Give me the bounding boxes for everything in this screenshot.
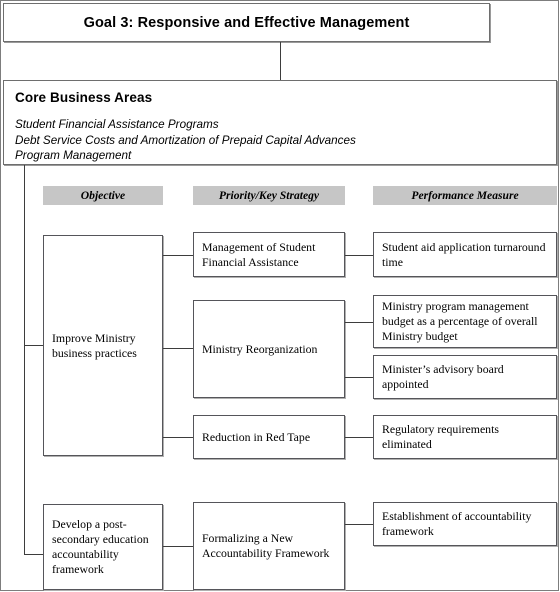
connector-spine-to-objective-1 [24, 345, 43, 346]
measure-box-1: Student aid application turnaround time [373, 232, 557, 277]
core-business-areas-box: Core Business Areas Student Financial As… [3, 80, 557, 165]
connector-objective1-to-strategy3 [163, 437, 193, 438]
connector-strategy2-to-measure2 [345, 322, 373, 323]
strategy-box-4-text: Formalizing a New Accountability Framewo… [202, 531, 330, 560]
column-header-strategy-label: Priority/Key Strategy [218, 189, 320, 202]
strategy-box-2: Ministry Reorganization [193, 300, 345, 398]
connector-strategy2-to-measure3 [345, 377, 373, 378]
measure-box-1-text: Student aid application turnaround time [382, 239, 546, 269]
column-header-objective: Objective [43, 186, 163, 205]
objective-box-1-text: Improve Ministry business practices [52, 330, 137, 360]
objective-box-1: Improve Ministry business practices [43, 235, 163, 456]
spine-vertical-main [24, 165, 25, 554]
core-business-areas-title: Core Business Areas [15, 90, 153, 105]
measure-box-2-text: Ministry program management budget as a … [382, 299, 538, 343]
core-business-areas-list: Student Financial Assistance Programs De… [15, 117, 545, 164]
column-header-strategy: Priority/Key Strategy [193, 186, 345, 205]
column-header-measure-label: Performance Measure [411, 189, 519, 202]
column-header-objective-label: Objective [80, 189, 126, 202]
connector-strategy1-to-measure1 [345, 255, 373, 256]
measure-box-5: Establishment of accountability framewor… [373, 502, 557, 546]
diagram-canvas: Goal 3: Responsive and Effective Managem… [0, 0, 560, 592]
connector-objective1-to-strategy1 [163, 255, 193, 256]
measure-box-5-text: Establishment of accountability framewor… [382, 509, 532, 538]
strategy-box-4: Formalizing a New Accountability Framewo… [193, 502, 345, 590]
core-business-area-item: Program Management [15, 149, 132, 163]
connector-strategy3-to-measure4 [345, 437, 373, 438]
goal-title-box: Goal 3: Responsive and Effective Managem… [3, 3, 490, 42]
connector-objective1-to-strategy2 [163, 348, 193, 349]
strategy-box-3: Reduction in Red Tape [193, 415, 345, 459]
connector-strategy4-to-measure5 [345, 524, 373, 525]
objective-box-2-text: Develop a post-secondary education accou… [52, 517, 149, 576]
connector-spine-to-objective-2 [24, 554, 43, 555]
strategy-box-3-text: Reduction in Red Tape [202, 429, 311, 444]
core-business-area-item: Student Financial Assistance Programs [15, 118, 219, 131]
strategy-box-2-text: Ministry Reorganization [202, 341, 318, 356]
measure-box-3: Minister’s advisory board appointed [373, 355, 557, 399]
objective-box-2: Develop a post-secondary education accou… [43, 504, 163, 590]
goal-title-text: Goal 3: Responsive and Effective Managem… [83, 14, 410, 31]
connector-objective2-to-strategy4 [163, 546, 193, 547]
measure-box-4-text: Regulatory requirements eliminated [382, 422, 499, 451]
strategy-box-1: Management of Student Financial Assistan… [193, 232, 345, 277]
measure-box-4: Regulatory requirements eliminated [373, 415, 557, 459]
connector-goal-to-core [280, 42, 281, 81]
strategy-box-1-text: Management of Student Financial Assistan… [202, 239, 316, 269]
column-header-measure: Performance Measure [373, 186, 557, 205]
measure-box-2: Ministry program management budget as a … [373, 295, 557, 348]
core-business-area-item: Debt Service Costs and Amortization of P… [15, 133, 356, 147]
measure-box-3-text: Minister’s advisory board appointed [382, 362, 504, 391]
